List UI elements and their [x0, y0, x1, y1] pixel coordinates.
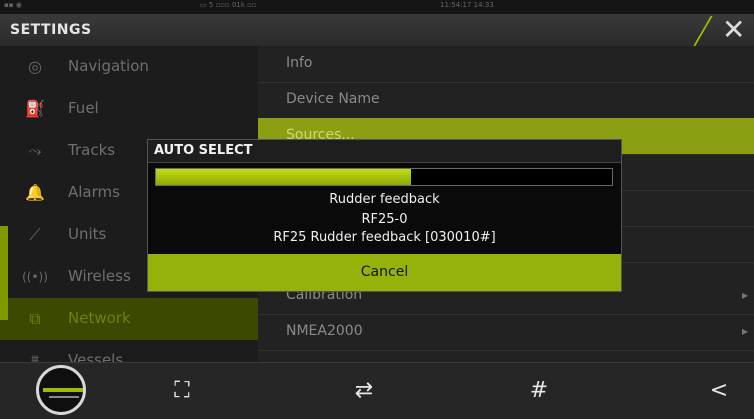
sidebar-item-navigation[interactable]: ◎ Navigation: [0, 46, 258, 88]
sidebar-item-label: Navigation: [68, 57, 149, 75]
active-indicator: [0, 226, 8, 320]
close-button[interactable]: ✕: [693, 13, 754, 46]
auto-select-dialog: AUTO SELECT Rudder feedback RF25-0 RF25 …: [147, 139, 622, 292]
device-description-text: RF25 Rudder feedback [030010#]: [273, 230, 496, 245]
sidebar-item-label: Wireless: [68, 267, 131, 285]
sidebar-item-label: Tracks: [68, 141, 116, 159]
sidebar-item-fuel[interactable]: ⛽ Fuel: [0, 88, 258, 130]
status-mid-text: ▭ 5 ▫▫▫ 01k ▫▫: [200, 1, 257, 9]
focus-icon[interactable]: ⛶: [162, 371, 202, 411]
chevron-right-icon: ▸: [741, 324, 748, 338]
device-type-text: Rudder feedback: [329, 192, 440, 207]
status-bar: ▪▪ ◉ ▭ 5 ▫▫▫ 01k ▫▫ 11:54:17 14:33: [0, 0, 754, 14]
sidebar-item-label: Units: [68, 225, 107, 243]
status-left-text: ▪▪ ◉: [4, 1, 22, 9]
progress-fill: [156, 169, 412, 185]
chevron-right-icon: ▸: [741, 288, 748, 302]
menu-item-label: Device Name: [286, 91, 380, 107]
dialog-title-bar: AUTO SELECT: [148, 140, 621, 163]
edit-route-icon[interactable]: ⇄: [344, 371, 384, 411]
sidebar-item-label: Network: [68, 309, 131, 327]
menu-item-device-name[interactable]: Device Name: [258, 82, 754, 119]
menu-item-label: NMEA2000: [286, 323, 363, 339]
close-icon: ✕: [722, 13, 746, 46]
settings-title-bar: SETTINGS: [0, 14, 754, 46]
menu-item-info[interactable]: Info: [258, 46, 754, 83]
wireless-icon: ((•)): [22, 270, 48, 284]
menu-item-nmea2000[interactable]: NMEA2000 ▸: [258, 314, 754, 351]
menu-item-label: Info: [286, 55, 313, 71]
home-button[interactable]: [36, 365, 86, 415]
progress-bar: [155, 168, 613, 186]
page-title: SETTINGS: [10, 22, 92, 38]
cancel-button[interactable]: Cancel: [148, 254, 621, 291]
sidebar-item-network[interactable]: ⧉ Network: [0, 298, 258, 340]
fuel-pump-icon: ⛽: [25, 99, 45, 118]
ruler-icon: ⟋: [29, 225, 41, 244]
home-thumbnail-line: [49, 396, 79, 398]
sidebar-item-label: Alarms: [68, 183, 120, 201]
dialog-title: AUTO SELECT: [154, 143, 253, 158]
network-icon: ⧉: [29, 309, 41, 328]
tracks-icon: ⤳: [28, 141, 42, 160]
home-thumbnail-bar: [43, 388, 83, 392]
bell-icon: 🔔: [25, 183, 45, 202]
bottom-toolbar: ⛶ ⇄ # <: [0, 362, 754, 419]
status-clock: 11:54:17 14:33: [440, 1, 494, 9]
grid-icon[interactable]: #: [519, 371, 559, 411]
device-id-text: RF25-0: [361, 212, 408, 227]
sidebar-item-label: Fuel: [68, 99, 99, 117]
share-icon[interactable]: <: [699, 371, 739, 411]
compass-icon: ◎: [28, 57, 42, 76]
